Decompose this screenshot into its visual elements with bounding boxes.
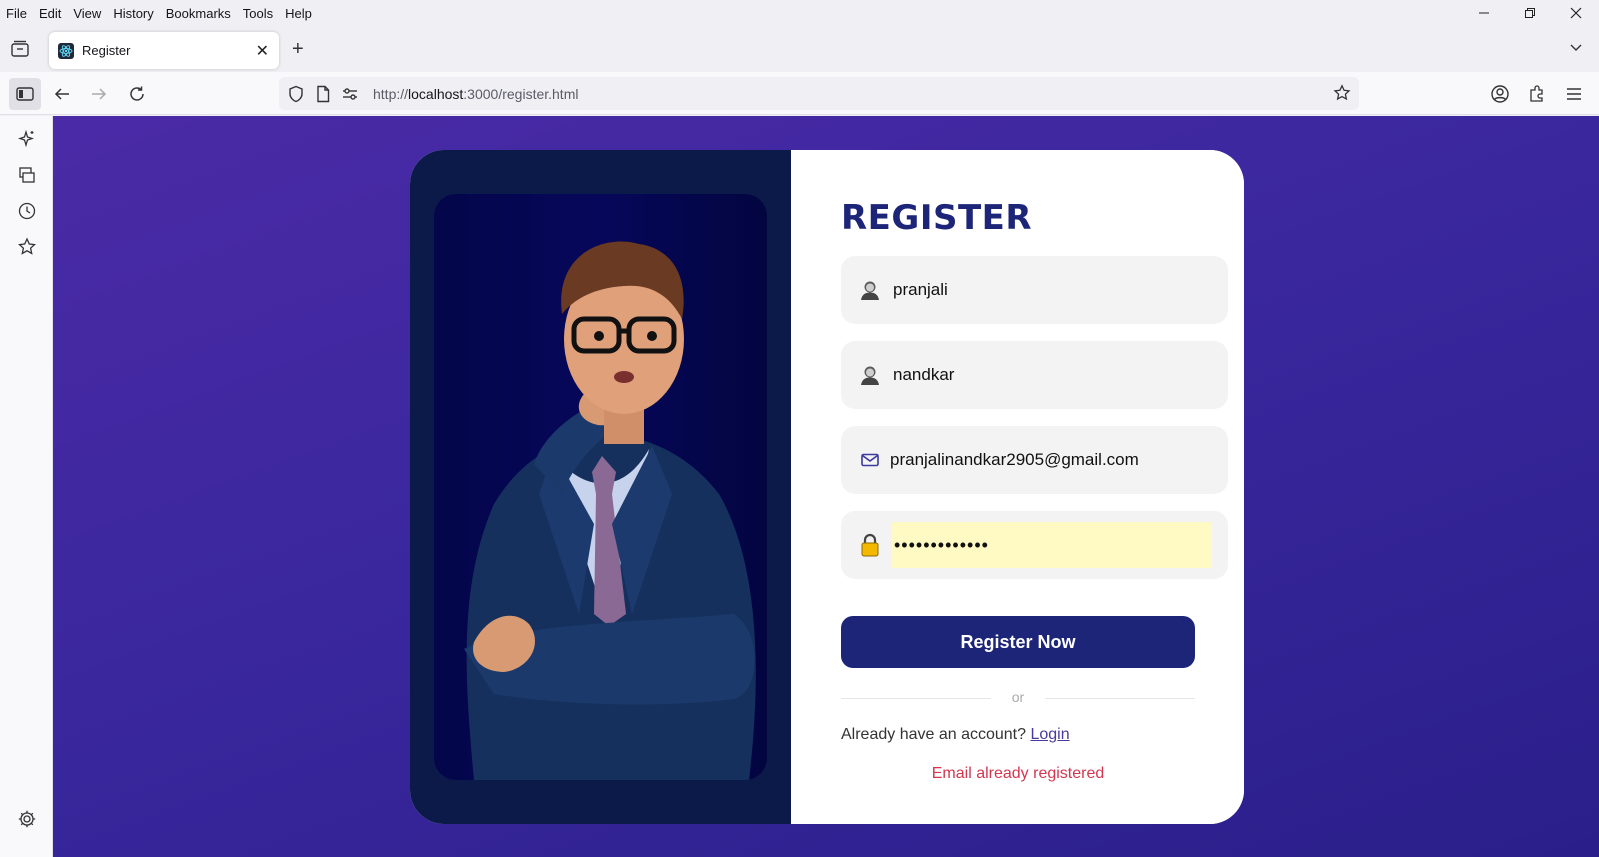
menu-edit[interactable]: Edit: [33, 6, 67, 21]
reload-icon: [130, 86, 144, 101]
password-value: •••••••••••••: [892, 522, 1212, 568]
reload-button[interactable]: [121, 78, 153, 110]
menu-file[interactable]: File: [0, 6, 33, 21]
page-icon[interactable]: [315, 85, 331, 103]
new-tab-icon[interactable]: +: [292, 39, 304, 59]
divider-line-right: [1045, 698, 1195, 699]
puzzle-icon: [1530, 85, 1543, 102]
login-prompt-text: Already have an account?: [841, 726, 1027, 743]
illustration-panel: [410, 150, 791, 824]
email-field[interactable]: pranjalinandkar2905@gmail.com: [841, 426, 1228, 494]
close-icon: [1570, 7, 1582, 19]
tab-overview-icon[interactable]: [10, 40, 30, 58]
menu-tools[interactable]: Tools: [237, 6, 279, 21]
bookmark-star-icon[interactable]: [1333, 84, 1351, 102]
tab-title: Register: [82, 43, 131, 58]
arrow-left-icon: [54, 88, 69, 100]
shield-icon[interactable]: [287, 85, 305, 103]
minimize-icon: [1479, 12, 1489, 14]
restore-icon: [1525, 8, 1535, 18]
menu-help[interactable]: Help: [279, 6, 318, 21]
navigation-bar: http://localhost:3000/register.html: [0, 72, 1599, 115]
react-icon: [58, 42, 74, 59]
register-card: REGISTER pranjali nandkar pranjalinandka…: [410, 150, 1244, 824]
url-text: http://localhost:3000/register.html: [373, 85, 579, 102]
page-title: REGISTER: [841, 198, 1033, 238]
app-menu-button[interactable]: [1558, 78, 1590, 110]
last-name-value: nandkar: [893, 365, 955, 384]
user-icon: [859, 279, 881, 301]
menu-bookmarks[interactable]: Bookmarks: [160, 6, 237, 21]
user-icon: [859, 364, 881, 386]
first-name-value: pranjali: [893, 280, 948, 299]
window-controls: [1461, 0, 1599, 26]
ai-chatbot-icon[interactable]: [16, 128, 38, 150]
menu-history[interactable]: History: [107, 6, 159, 21]
first-name-field[interactable]: pranjali: [841, 256, 1228, 324]
login-link[interactable]: Login: [1030, 726, 1069, 743]
password-field[interactable]: •••••••••••••: [841, 511, 1228, 579]
register-form-panel: REGISTER pranjali nandkar pranjalinandka…: [791, 150, 1244, 824]
bookmarks-star-icon[interactable]: [16, 236, 38, 258]
sidebar-toggle-button[interactable]: [9, 78, 41, 110]
sidebar-icon: [16, 87, 34, 101]
thinking-businessman-illustration: [434, 194, 767, 780]
permissions-icon[interactable]: [341, 87, 359, 101]
chevron-down-icon[interactable]: [1569, 40, 1583, 54]
page-content: REGISTER pranjali nandkar pranjalinandka…: [53, 116, 1599, 857]
last-name-field[interactable]: nandkar: [841, 341, 1228, 409]
settings-gear-icon[interactable]: [16, 808, 38, 830]
account-button[interactable]: [1484, 78, 1516, 110]
account-icon: [1491, 85, 1509, 103]
tab-register[interactable]: Register ✕: [49, 32, 279, 69]
minimize-button[interactable]: [1461, 0, 1507, 26]
forward-button[interactable]: [83, 78, 115, 110]
tab-strip: Register ✕ +: [0, 26, 1599, 72]
restore-button[interactable]: [1507, 0, 1553, 26]
login-prompt-row: Already have an account? Login: [841, 726, 1070, 744]
or-divider: or: [841, 688, 1195, 708]
register-now-button[interactable]: Register Now: [841, 616, 1195, 668]
extensions-button[interactable]: [1521, 78, 1553, 110]
divider-text: or: [1011, 689, 1025, 705]
hamburger-menu-icon: [1567, 88, 1581, 100]
history-clock-icon[interactable]: [16, 200, 38, 222]
menu-bar: File Edit View History Bookmarks Tools H…: [0, 0, 1599, 26]
tab-close-icon[interactable]: ✕: [256, 41, 269, 61]
url-bar[interactable]: http://localhost:3000/register.html: [279, 77, 1359, 110]
close-window-button[interactable]: [1553, 0, 1599, 26]
arrow-right-icon: [92, 88, 107, 100]
error-message: Email already registered: [931, 765, 1105, 782]
menu-view[interactable]: View: [67, 6, 107, 21]
synced-tabs-icon[interactable]: [16, 164, 38, 186]
sidebar: [0, 116, 53, 857]
lock-icon: [859, 533, 881, 557]
back-button[interactable]: [46, 78, 78, 110]
envelope-icon: [859, 449, 881, 471]
email-value: pranjalinandkar2905@gmail.com: [890, 450, 1139, 469]
